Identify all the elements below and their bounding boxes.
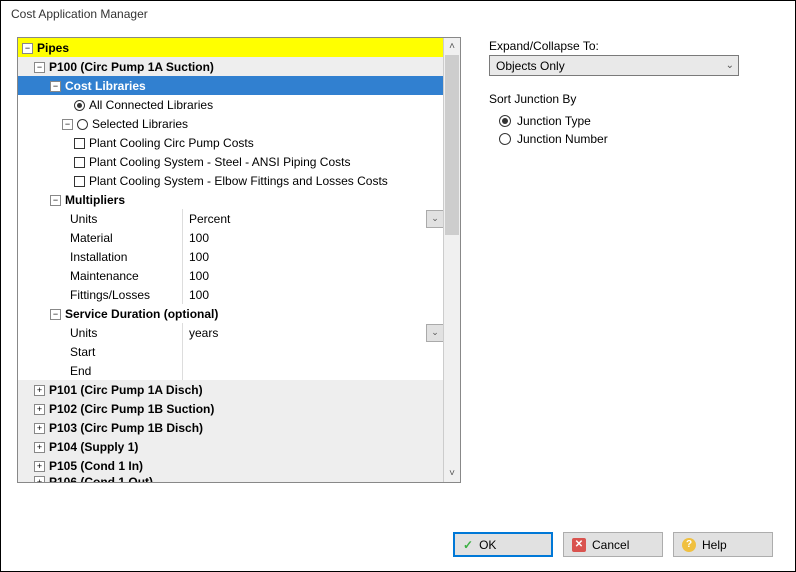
multiplier-fittings-input[interactable]: 100 bbox=[182, 285, 443, 304]
checkbox-icon[interactable] bbox=[74, 138, 85, 149]
scroll-thumb[interactable] bbox=[445, 55, 459, 235]
expand-collapse-select[interactable]: Objects Only ⌄ bbox=[489, 55, 739, 76]
service-units-select[interactable]: years ⌄ bbox=[182, 323, 443, 342]
tree-header-pipes[interactable]: − Pipes bbox=[18, 38, 443, 57]
tree-section-service-duration[interactable]: − Service Duration (optional) bbox=[18, 304, 443, 323]
sort-junction-label: Sort Junction By bbox=[489, 92, 749, 106]
radio-junction-number[interactable]: Junction Number bbox=[499, 132, 749, 146]
close-icon: ✕ bbox=[572, 538, 586, 552]
tree-item-selected-libraries[interactable]: − Selected Libraries bbox=[18, 114, 443, 133]
multiplier-maintenance-input[interactable]: 100 bbox=[182, 266, 443, 285]
vertical-scrollbar[interactable]: ˄ ˅ bbox=[443, 38, 460, 482]
service-start-input[interactable] bbox=[182, 342, 443, 361]
expand-icon[interactable]: + bbox=[34, 476, 45, 482]
checkbox-icon[interactable] bbox=[74, 157, 85, 168]
help-icon: ? bbox=[682, 538, 696, 552]
multiplier-units-select[interactable]: Percent ⌄ bbox=[182, 209, 443, 228]
radio-icon bbox=[499, 115, 511, 127]
tree-item-collapsed[interactable]: + P101 (Circ Pump 1A Disch) bbox=[18, 380, 443, 399]
multiplier-row: Material 100 bbox=[18, 228, 443, 247]
window-title: Cost Application Manager bbox=[1, 1, 795, 25]
radio-icon bbox=[499, 133, 511, 145]
multiplier-row: Fittings/Losses 100 bbox=[18, 285, 443, 304]
expand-icon[interactable]: + bbox=[34, 423, 45, 434]
collapse-icon[interactable]: − bbox=[62, 119, 73, 130]
tree-item-collapsed[interactable]: + P105 (Cond 1 In) bbox=[18, 456, 443, 475]
help-button[interactable]: ? Help bbox=[673, 532, 773, 557]
service-start-row: Start bbox=[18, 342, 443, 361]
tree-panel: − Pipes − P100 (Circ Pump 1A Suction) − … bbox=[17, 37, 461, 483]
multiplier-row: Maintenance 100 bbox=[18, 266, 443, 285]
cancel-button[interactable]: ✕ Cancel bbox=[563, 532, 663, 557]
collapse-icon[interactable]: − bbox=[50, 81, 61, 92]
tree-item-library[interactable]: Plant Cooling System - Elbow Fittings an… bbox=[18, 171, 443, 190]
tree-item-collapsed[interactable]: + P103 (Circ Pump 1B Disch) bbox=[18, 418, 443, 437]
chevron-down-icon[interactable]: ⌄ bbox=[426, 324, 443, 342]
button-bar: ✓ OK ✕ Cancel ? Help bbox=[453, 532, 773, 557]
multiplier-row: Installation 100 bbox=[18, 247, 443, 266]
expand-icon[interactable]: + bbox=[34, 461, 45, 472]
multiplier-installation-input[interactable]: 100 bbox=[182, 247, 443, 266]
tree-item-library[interactable]: Plant Cooling System - Steel - ANSI Pipi… bbox=[18, 152, 443, 171]
radio-icon[interactable] bbox=[77, 119, 88, 130]
expand-collapse-label: Expand/Collapse To: bbox=[489, 39, 749, 53]
chevron-down-icon[interactable]: ⌄ bbox=[426, 210, 443, 228]
right-panel: Expand/Collapse To: Objects Only ⌄ Sort … bbox=[489, 39, 749, 483]
scroll-up-icon[interactable]: ˄ bbox=[444, 38, 460, 55]
tree-item-p100[interactable]: − P100 (Circ Pump 1A Suction) bbox=[18, 57, 443, 76]
tree-section-multipliers[interactable]: − Multipliers bbox=[18, 190, 443, 209]
tree-item-collapsed[interactable]: + P104 (Supply 1) bbox=[18, 437, 443, 456]
multiplier-units-row: Units Percent ⌄ bbox=[18, 209, 443, 228]
radio-icon[interactable] bbox=[74, 100, 85, 111]
expand-icon[interactable]: + bbox=[34, 404, 45, 415]
multiplier-material-input[interactable]: 100 bbox=[182, 228, 443, 247]
radio-junction-type[interactable]: Junction Type bbox=[499, 114, 749, 128]
collapse-icon[interactable]: − bbox=[50, 195, 61, 206]
service-units-row: Units years ⌄ bbox=[18, 323, 443, 342]
tree-section-cost-libraries[interactable]: − Cost Libraries bbox=[18, 76, 443, 95]
tree-item-all-connected[interactable]: All Connected Libraries bbox=[18, 95, 443, 114]
collapse-icon[interactable]: − bbox=[22, 43, 33, 54]
collapse-icon[interactable]: − bbox=[50, 309, 61, 320]
tree-item-collapsed[interactable]: + P106 (Cond 1 Out) bbox=[18, 475, 443, 482]
collapse-icon[interactable]: − bbox=[34, 62, 45, 73]
dialog-window: Cost Application Manager − Pipes − P100 … bbox=[0, 0, 796, 572]
scroll-down-icon[interactable]: ˅ bbox=[444, 465, 460, 482]
check-icon: ✓ bbox=[463, 538, 473, 552]
service-end-row: End bbox=[18, 361, 443, 380]
checkbox-icon[interactable] bbox=[74, 176, 85, 187]
expand-icon[interactable]: + bbox=[34, 385, 45, 396]
service-end-input[interactable] bbox=[182, 361, 443, 380]
tree-item-collapsed[interactable]: + P102 (Circ Pump 1B Suction) bbox=[18, 399, 443, 418]
chevron-down-icon: ⌄ bbox=[726, 60, 734, 71]
tree-item-library[interactable]: Plant Cooling Circ Pump Costs bbox=[18, 133, 443, 152]
expand-icon[interactable]: + bbox=[34, 442, 45, 453]
ok-button[interactable]: ✓ OK bbox=[453, 532, 553, 557]
